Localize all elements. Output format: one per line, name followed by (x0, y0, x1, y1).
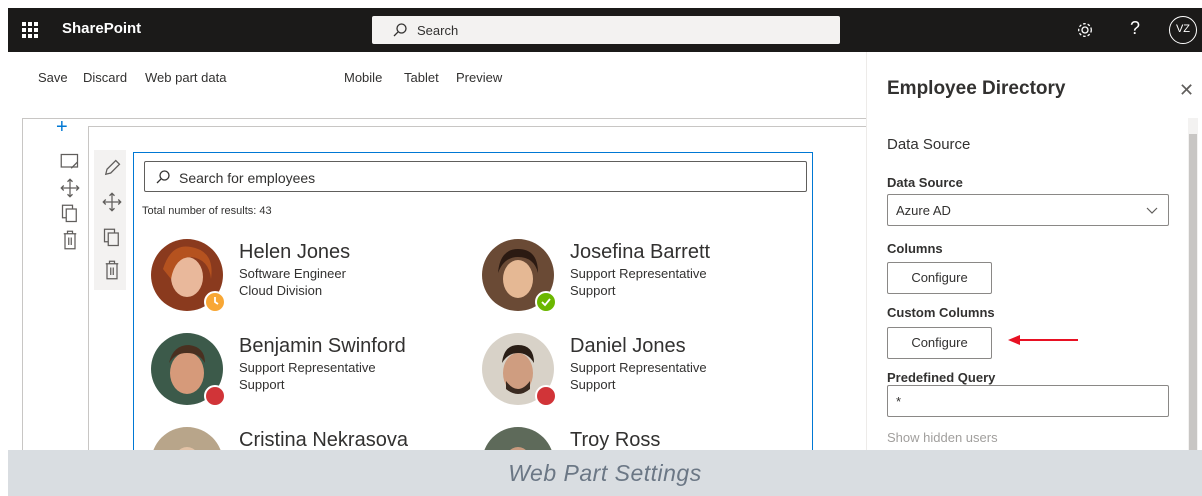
results-count: Total number of results: 43 (142, 205, 272, 217)
edit-section-icon[interactable] (60, 152, 80, 172)
search-icon (156, 170, 170, 184)
global-search-placeholder: Search (417, 23, 459, 38)
duplicate-web-part-icon[interactable] (102, 228, 122, 248)
gear-icon[interactable] (1076, 21, 1094, 39)
employee-name[interactable]: Daniel Jones (570, 335, 686, 358)
employee-department: Cloud Division (239, 283, 323, 298)
busy-glyph-icon (537, 387, 555, 405)
duplicate-section-icon[interactable] (60, 204, 80, 224)
configure-custom-columns-button[interactable]: Configure (887, 327, 992, 359)
employee-search-input[interactable]: Search for employees (144, 161, 807, 192)
web-part-data-button[interactable]: Web part data (145, 70, 226, 85)
employee-name[interactable]: Cristina Nekrasova (239, 429, 408, 452)
delete-section-icon[interactable] (60, 230, 80, 250)
employee-department: Support (239, 377, 285, 392)
configure-columns-button[interactable]: Configure (887, 262, 992, 294)
chevron-down-icon (1146, 207, 1158, 214)
employee-card[interactable]: Josefina Barrett Support Representative … (482, 239, 802, 319)
caption-text: Web Part Settings (508, 460, 702, 486)
show-hidden-users-label: Show hidden users (887, 430, 998, 445)
screenshot-frame: SharePoint Search ? VZ Save Discard Web … (8, 8, 1202, 496)
employee-name[interactable]: Helen Jones (239, 241, 350, 264)
delete-web-part-icon[interactable] (102, 260, 122, 280)
columns-label: Columns (887, 241, 943, 256)
presence-away-icon (204, 291, 226, 313)
employee-name[interactable]: Benjamin Swinford (239, 335, 406, 358)
add-section-icon[interactable]: + (56, 117, 68, 137)
employee-title: Software Engineer (239, 266, 346, 281)
away-glyph-icon (214, 297, 219, 305)
presence-busy-icon (204, 385, 226, 407)
pane-group-header: Data Source (887, 136, 971, 153)
edit-web-part-icon[interactable] (102, 158, 122, 178)
employee-name[interactable]: Troy Ross (570, 429, 660, 452)
caption-bar: Web Part Settings (8, 450, 1202, 496)
employee-card[interactable]: Benjamin Swinford Support Representative… (151, 333, 471, 413)
employee-card[interactable]: Helen Jones Software Engineer Cloud Divi… (151, 239, 471, 319)
presence-available-icon (535, 291, 557, 313)
pane-title: Employee Directory (887, 78, 1066, 99)
presence-busy-icon (535, 385, 557, 407)
app-name[interactable]: SharePoint (62, 20, 141, 37)
employee-card[interactable]: Daniel Jones Support Representative Supp… (482, 333, 802, 413)
employee-department: Support (570, 283, 616, 298)
app-launcher-icon[interactable] (22, 22, 38, 38)
employee-search-placeholder: Search for employees (179, 170, 316, 186)
pane-scrollbar-thumb[interactable] (1189, 134, 1197, 454)
employee-department: Support (570, 377, 616, 392)
available-glyph-icon (541, 298, 551, 307)
custom-columns-label: Custom Columns (887, 305, 995, 320)
move-section-icon[interactable] (60, 178, 80, 198)
employee-title: Support Representative (239, 360, 376, 375)
busy-glyph-icon (206, 387, 224, 405)
help-icon[interactable]: ? (1130, 18, 1140, 39)
discard-button[interactable]: Discard (83, 70, 127, 85)
user-avatar[interactable]: VZ (1169, 16, 1197, 44)
employee-title: Support Representative (570, 266, 707, 281)
close-icon[interactable]: ✕ (1179, 80, 1194, 101)
data-source-label: Data Source (887, 175, 963, 190)
annotation-arrow-icon (1008, 335, 1078, 345)
tablet-preview-button[interactable]: Tablet (404, 70, 439, 85)
property-pane: Employee Directory ✕ Data Source Data So… (866, 52, 1202, 456)
move-web-part-icon[interactable] (102, 192, 122, 212)
data-source-dropdown[interactable]: Azure AD (887, 194, 1169, 226)
data-source-value: Azure AD (896, 203, 951, 218)
save-button[interactable]: Save (38, 70, 68, 85)
suite-bar: SharePoint Search ? VZ (8, 8, 1202, 52)
global-search-box[interactable]: Search (372, 16, 840, 44)
employee-title: Support Representative (570, 360, 707, 375)
predefined-query-label: Predefined Query (887, 370, 996, 385)
employee-name[interactable]: Josefina Barrett (570, 241, 710, 264)
predefined-query-value: * (896, 394, 902, 409)
employee-directory-web-part[interactable]: Search for employees Total number of res… (133, 152, 813, 496)
mobile-preview-button[interactable]: Mobile (344, 70, 382, 85)
preview-button[interactable]: Preview (456, 70, 502, 85)
predefined-query-input[interactable]: * (887, 385, 1169, 417)
search-icon (393, 23, 407, 37)
